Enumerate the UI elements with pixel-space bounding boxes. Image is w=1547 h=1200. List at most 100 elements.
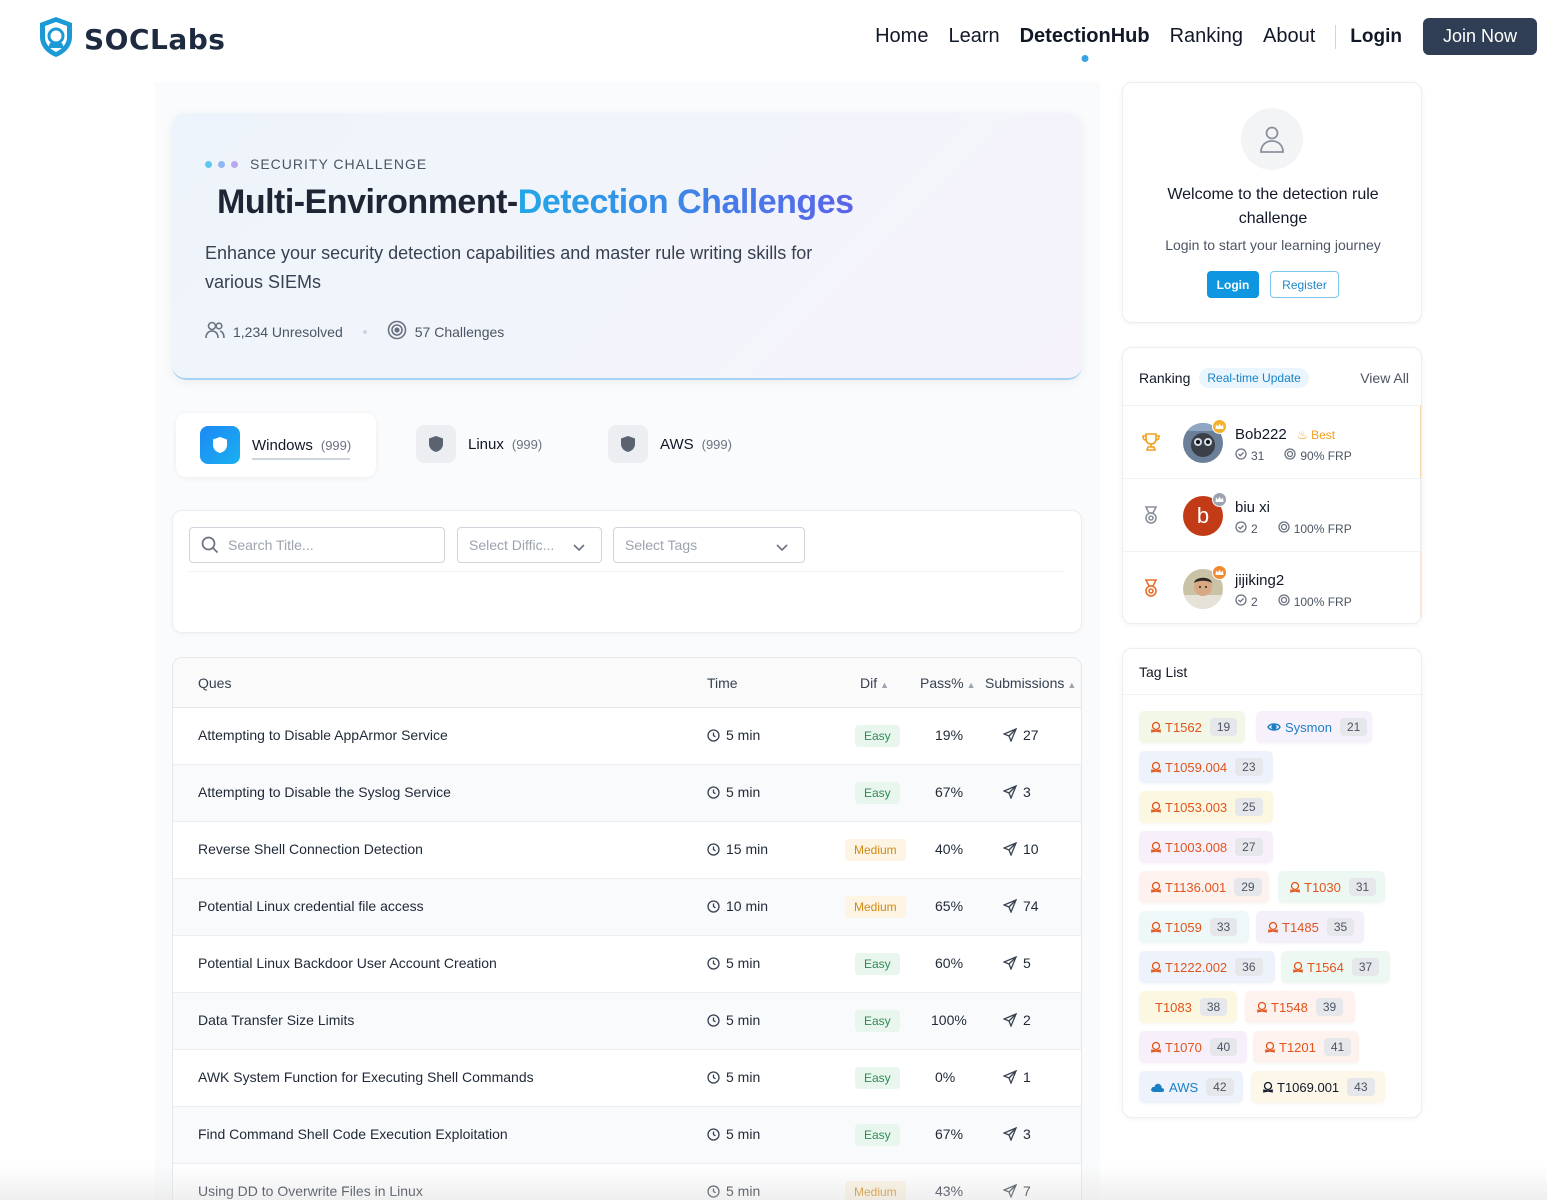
tag-chip[interactable]: T1059 33 (1139, 911, 1249, 943)
tag-chip[interactable]: T1564 37 (1281, 951, 1390, 983)
table-row[interactable]: Attempting to Disable AppArmor Service 5 … (173, 708, 1081, 765)
nav-login-link[interactable]: Login (1350, 26, 1402, 48)
time-cell: 15 min (707, 841, 768, 857)
table-row[interactable]: Reverse Shell Connection Detection 15 min… (173, 822, 1081, 879)
view-all-link[interactable]: View All (1360, 370, 1409, 386)
challenges-count: 57 Challenges (414, 323, 505, 340)
pass-rate: 67% (935, 1126, 964, 1142)
sort-icon[interactable]: ▲ (880, 680, 889, 690)
shield-icon (200, 426, 240, 464)
time-value: 5 min (726, 1183, 761, 1199)
tag-count: 36 (1235, 958, 1263, 976)
challenge-title[interactable]: AWK System Function for Executing Shell … (198, 1069, 534, 1085)
tag-chip[interactable]: T1201 41 (1253, 1031, 1359, 1063)
challenge-title[interactable]: Data Transfer Size Limits (198, 1012, 354, 1028)
filter-panel: Search Title... Select Diffic... Select … (172, 510, 1082, 633)
table-row[interactable]: Using DD to Overwrite Files in Linux 5 mi… (173, 1164, 1081, 1200)
challenge-title[interactable]: Using DD to Overwrite Files in Linux (198, 1183, 423, 1199)
avatar-initial: b (1196, 503, 1210, 528)
frp-value: 100% FRP (1293, 594, 1352, 609)
skull-icon (1150, 841, 1162, 853)
table-row[interactable]: Find Command Shell Code Execution Exploi… (173, 1107, 1081, 1164)
ranking-row[interactable]: Bob222 ♨ Best 31 90% FRP (1123, 405, 1421, 478)
tag-chip[interactable]: Sysmon 21 (1256, 711, 1372, 743)
ranking-row[interactable]: jijiking2 2 100% FRP (1123, 551, 1421, 623)
difficulty-badge: Easy (855, 1067, 900, 1089)
sort-icon[interactable]: ▲ (1067, 680, 1076, 690)
tab-linux[interactable]: Linux (999) (416, 425, 542, 463)
tag-chip[interactable]: T1053.003 25 (1139, 791, 1273, 823)
table-row[interactable]: Data Transfer Size Limits 5 min Easy 100% 2 (173, 993, 1081, 1050)
col-dif[interactable]: Dif ▲ (860, 675, 889, 691)
col-ques[interactable]: Ques (198, 675, 231, 691)
tag-chip[interactable]: AWS 42 (1139, 1071, 1243, 1103)
chevron-down-icon (573, 539, 585, 555)
register-button[interactable]: Register (1270, 271, 1339, 298)
tag-chip[interactable]: T1059.004 23 (1139, 751, 1273, 783)
table-row[interactable]: Attempting to Disable the Syslog Service… (173, 765, 1081, 822)
tag-chip[interactable]: T1136.001 29 (1139, 871, 1269, 903)
challenge-title[interactable]: Attempting to Disable the Syslog Service (198, 784, 451, 800)
clock-icon (707, 1013, 720, 1027)
check-circle-icon (1235, 594, 1247, 609)
tag-chip[interactable]: T1485 35 (1256, 911, 1364, 943)
ranking-title: Ranking (1139, 370, 1191, 386)
challenge-title[interactable]: Potential Linux Backdoor User Account Cr… (198, 955, 497, 971)
check-circle-icon (1235, 448, 1247, 463)
ranking-row[interactable]: b biu xi 2 100% FRP (1123, 478, 1421, 551)
table-row[interactable]: Potential Linux Backdoor User Account Cr… (173, 936, 1081, 993)
time-cell: 5 min (707, 1126, 760, 1142)
challenge-title[interactable]: Potential Linux credential file access (198, 898, 424, 914)
challenge-title[interactable]: Reverse Shell Connection Detection (198, 841, 423, 857)
login-button[interactable]: Login (1207, 271, 1259, 298)
join-now-button[interactable]: Join Now (1422, 18, 1537, 55)
tag-chip[interactable]: T1003.008 27 (1139, 831, 1273, 863)
tags-select[interactable]: Select Tags (613, 527, 805, 563)
col-submissions[interactable]: Submissions ▲ (985, 675, 1076, 691)
clock-icon (707, 899, 720, 913)
sort-icon[interactable]: ▲ (967, 680, 976, 690)
clock-icon (707, 956, 720, 970)
tab-windows[interactable]: Windows (999) (176, 413, 376, 477)
tag-label: T1083 (1155, 999, 1192, 1015)
nav-about[interactable]: About (1263, 25, 1315, 48)
tag-chip[interactable]: T1030 31 (1278, 871, 1385, 903)
submissions-cell: 3 (1003, 1126, 1031, 1142)
challenge-title[interactable]: Attempting to Disable AppArmor Service (198, 727, 448, 743)
col-pass[interactable]: Pass% ▲ (920, 675, 976, 691)
tag-chip[interactable]: T1562 19 (1139, 711, 1245, 743)
send-icon (1003, 1127, 1017, 1141)
tag-label: T1059 (1165, 919, 1202, 935)
tab-aws[interactable]: AWS (999) (608, 425, 732, 463)
tag-chip[interactable]: T1083 38 (1139, 991, 1237, 1023)
tag-label: T1485 (1282, 919, 1319, 935)
nav-links: Home Learn DetectionHub Ranking About Lo… (875, 18, 1537, 55)
nav-detectionhub[interactable]: DetectionHub (1020, 25, 1150, 48)
submissions-cell: 7 (1003, 1183, 1031, 1199)
time-cell: 5 min (707, 1012, 760, 1028)
tag-count: 29 (1234, 878, 1262, 896)
skull-icon (1150, 761, 1162, 773)
ranking-header: Ranking Real-time Update View All (1139, 368, 1409, 388)
rank-username: jijiking2 (1235, 572, 1285, 589)
search-input[interactable]: Search Title... (189, 527, 445, 563)
nav-home[interactable]: Home (875, 25, 928, 48)
challenge-title[interactable]: Find Command Shell Code Execution Exploi… (198, 1126, 508, 1142)
tag-chip[interactable]: T1222.002 36 (1139, 951, 1275, 983)
col-pass-label: Pass% (920, 675, 964, 691)
nav-ranking[interactable]: Ranking (1170, 25, 1243, 48)
table-row[interactable]: AWK System Function for Executing Shell … (173, 1050, 1081, 1107)
nav-divider (1335, 24, 1337, 49)
target-icon (1284, 448, 1297, 463)
tag-chip[interactable]: T1548 39 (1245, 991, 1355, 1023)
send-icon (1003, 842, 1017, 856)
tag-chip[interactable]: T1070 40 (1139, 1031, 1247, 1063)
tag-chip[interactable]: T1069.001 43 (1251, 1071, 1385, 1103)
brand-logo[interactable]: SOCLabs (36, 15, 225, 64)
table-row[interactable]: Potential Linux credential file access 10… (173, 879, 1081, 936)
difficulty-select[interactable]: Select Diffic... (457, 527, 602, 563)
nav-learn[interactable]: Learn (948, 25, 999, 48)
unresolved-count: 1,234 Unresolved (233, 323, 343, 340)
col-time[interactable]: Time (707, 675, 738, 691)
hero-tag: SECURITY CHALLENGE (205, 156, 427, 172)
